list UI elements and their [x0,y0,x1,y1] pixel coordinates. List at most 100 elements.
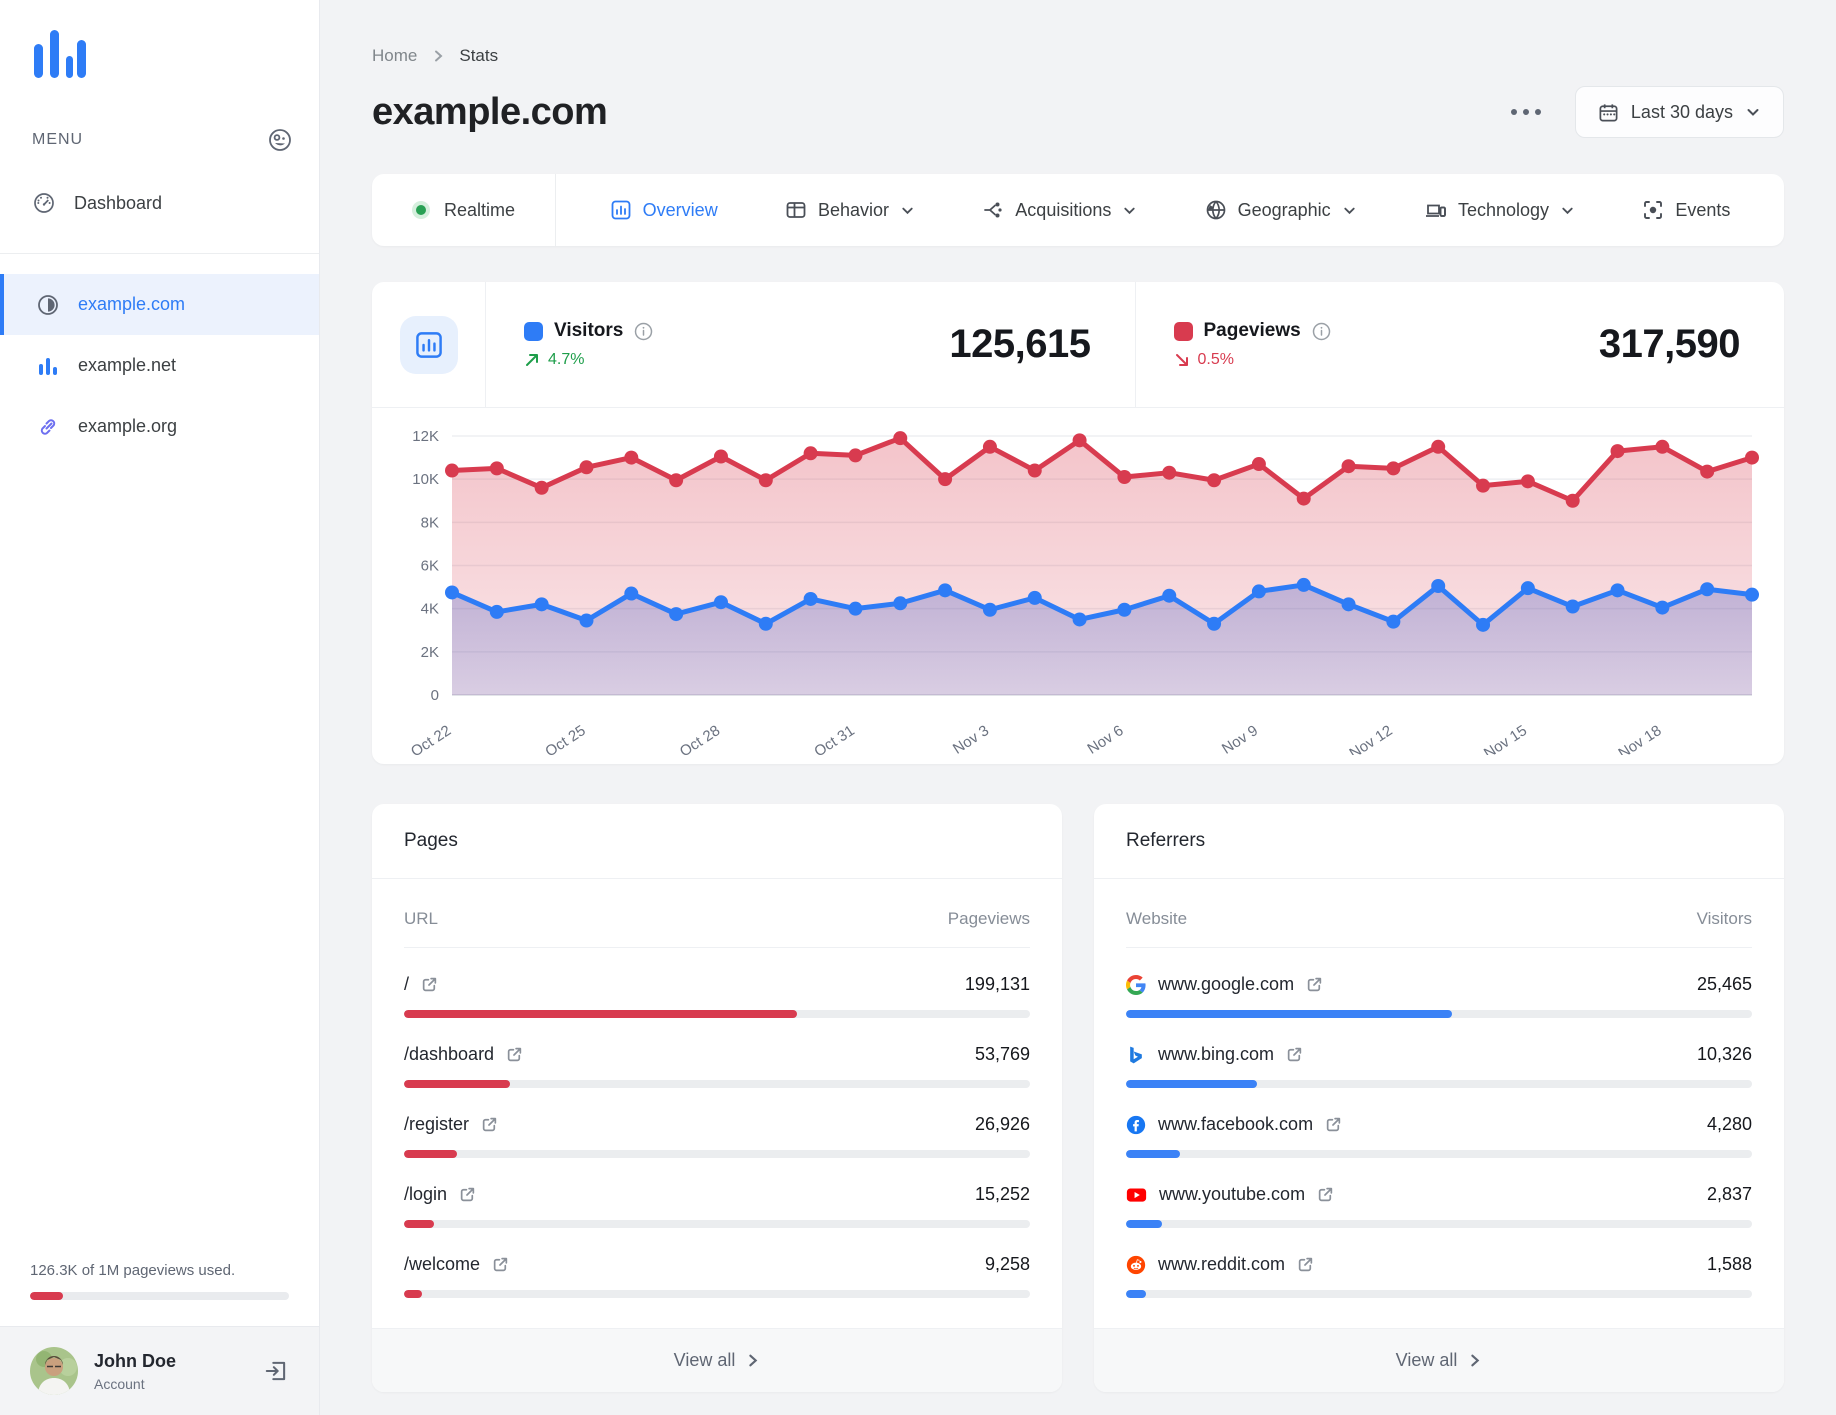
pages-view-all-button[interactable]: View all [372,1328,1062,1392]
sidebar-sites-list: example.com example.net example.org [0,274,319,457]
referrer-value: 4,280 [1706,1114,1752,1134]
title-actions: Last 30 days [1505,86,1784,138]
usage-meter: 126.3K of 1M pageviews used. [0,1262,319,1300]
page-value: 199,131 [964,974,1030,994]
breadcrumb: Home Stats [372,46,1784,66]
info-icon[interactable] [634,322,653,341]
external-link-icon[interactable] [1297,1256,1314,1273]
tab-overview[interactable]: Overview [610,199,718,221]
external-link-icon[interactable] [1286,1046,1303,1063]
referrers-card-body: Website Visitors www.google.com 25,465 w… [1094,879,1784,1328]
svg-text:Nov 9: Nov 9 [1219,722,1261,755]
svg-text:12K: 12K [412,428,439,445]
behavior-icon [786,202,806,218]
tab-acquisitions[interactable]: Acquisitions [982,199,1137,221]
referrer-bar [1126,1150,1752,1158]
chevron-down-icon [1747,109,1759,116]
tab-technology[interactable]: Technology [1424,199,1575,221]
column-website: Website [1126,909,1188,928]
table-row: /register 26,926 [404,1114,1030,1158]
sidebar-site-example-org[interactable]: example.org [0,396,319,457]
referrer-link[interactable]: www.reddit.com [1126,1254,1314,1275]
breadcrumb-home-link[interactable]: Home [372,46,417,66]
bing-favicon [1130,1046,1142,1063]
external-link-icon[interactable] [492,1256,509,1273]
stat-label: Visitors [554,320,624,341]
external-link-icon[interactable] [506,1046,523,1063]
globe-icon [1206,200,1225,220]
menu-row: MENU [0,127,319,153]
logout-icon[interactable] [263,1358,289,1384]
chevron-right-icon [1471,1354,1480,1367]
tab-label: Technology [1457,199,1550,220]
stats-icon-cell [372,282,486,407]
tab-geographic[interactable]: Geographic [1205,199,1357,221]
chevron-down-icon [1124,207,1135,214]
svg-text:Nov 6: Nov 6 [1084,722,1126,755]
tabs-group: Overview Behavior Acquisitions Geographi… [556,174,1784,246]
column-visitors: Visitors [1696,909,1752,928]
external-link-icon[interactable] [459,1186,476,1203]
reddit-favicon [1126,1255,1146,1274]
page-title: example.com [372,90,608,133]
pageviews-trend: 0.5% [1174,351,1331,369]
usage-text: 126.3K of 1M pageviews used. [30,1262,236,1279]
mood-icon[interactable] [267,127,293,153]
date-range-button[interactable]: Last 30 days [1574,86,1784,138]
devices-icon [1425,204,1446,217]
svg-text:8K: 8K [421,514,439,531]
realtime-dot-icon [412,201,430,219]
table-row: www.google.com 25,465 [1126,974,1752,1018]
bottom-cards: Pages URL Pageviews / 199,131 /dashboard… [372,804,1784,1392]
acquisitions-icon [984,202,1002,218]
trend-down-icon [1175,354,1188,366]
tab-behavior[interactable]: Behavior [785,199,915,221]
page-url-link[interactable]: /dashboard [404,1044,523,1065]
external-link-icon[interactable] [421,976,438,993]
external-link-icon[interactable] [1306,976,1323,993]
trend-value: 4.7% [548,351,585,368]
pages-card-title: Pages [372,804,1062,879]
tab-label: Behavior [817,199,890,220]
page-url-link[interactable]: /welcome [404,1254,509,1275]
stat-pageviews: Pageviews 0.5% 317,590 [1134,282,1785,407]
pages-card-body: URL Pageviews / 199,131 /dashboard 53,76… [372,879,1062,1328]
account-footer[interactable]: John Doe Account [0,1326,319,1415]
traffic-line-chart[interactable]: 0 2K 4K 6K 8K 10K 12K Oct 22 Oct 25 Oct 28 Oct 31 N… [388,420,1768,762]
tab-events[interactable]: Events [1642,199,1730,221]
pageviews-swatch [1173,321,1193,341]
chevron-down-icon [1562,207,1573,214]
sidebar-site-example-com[interactable]: example.com [0,274,319,335]
referrer-link[interactable]: www.bing.com [1126,1044,1303,1065]
referrer-link[interactable]: www.google.com [1126,974,1323,995]
stat-visitors-info: Visitors 4.7% [524,320,653,369]
referrer-link[interactable]: www.youtube.com [1126,1184,1334,1205]
referrer-bar [1126,1290,1752,1298]
overview-icon [611,200,631,220]
app-logo-icon[interactable] [0,0,319,87]
page-url-link[interactable]: / [404,974,438,995]
tab-realtime[interactable]: Realtime [372,174,557,246]
chevron-down-icon [902,207,913,214]
overview-card: Visitors 4.7% 125,615 Pageviews 0.5% 317… [372,282,1784,764]
sidebar-item-dashboard[interactable]: Dashboard [0,175,319,231]
svg-text:Nov 18: Nov 18 [1615,722,1664,755]
page-url-link[interactable]: /register [404,1114,498,1135]
external-link-icon[interactable] [1325,1116,1342,1133]
external-link-icon[interactable] [481,1116,498,1133]
page-url-link[interactable]: /login [404,1184,476,1205]
stat-label: Pageviews [1203,320,1301,341]
external-link-icon[interactable] [1317,1186,1334,1203]
referrers-view-all-button[interactable]: View all [1094,1328,1784,1392]
referrer-link[interactable]: www.facebook.com [1126,1114,1342,1135]
usage-progressbar [30,1292,289,1300]
svg-text:6K: 6K [421,558,439,575]
svg-text:4K: 4K [421,601,439,618]
chart-card-icon [399,315,458,374]
referrer-value: 1,588 [1706,1254,1752,1274]
referrer-bar [1126,1010,1752,1018]
sidebar-site-example-net[interactable]: example.net [0,335,319,396]
gauge-icon [34,193,54,213]
info-icon[interactable] [1312,322,1331,341]
more-options-button[interactable] [1505,103,1547,121]
